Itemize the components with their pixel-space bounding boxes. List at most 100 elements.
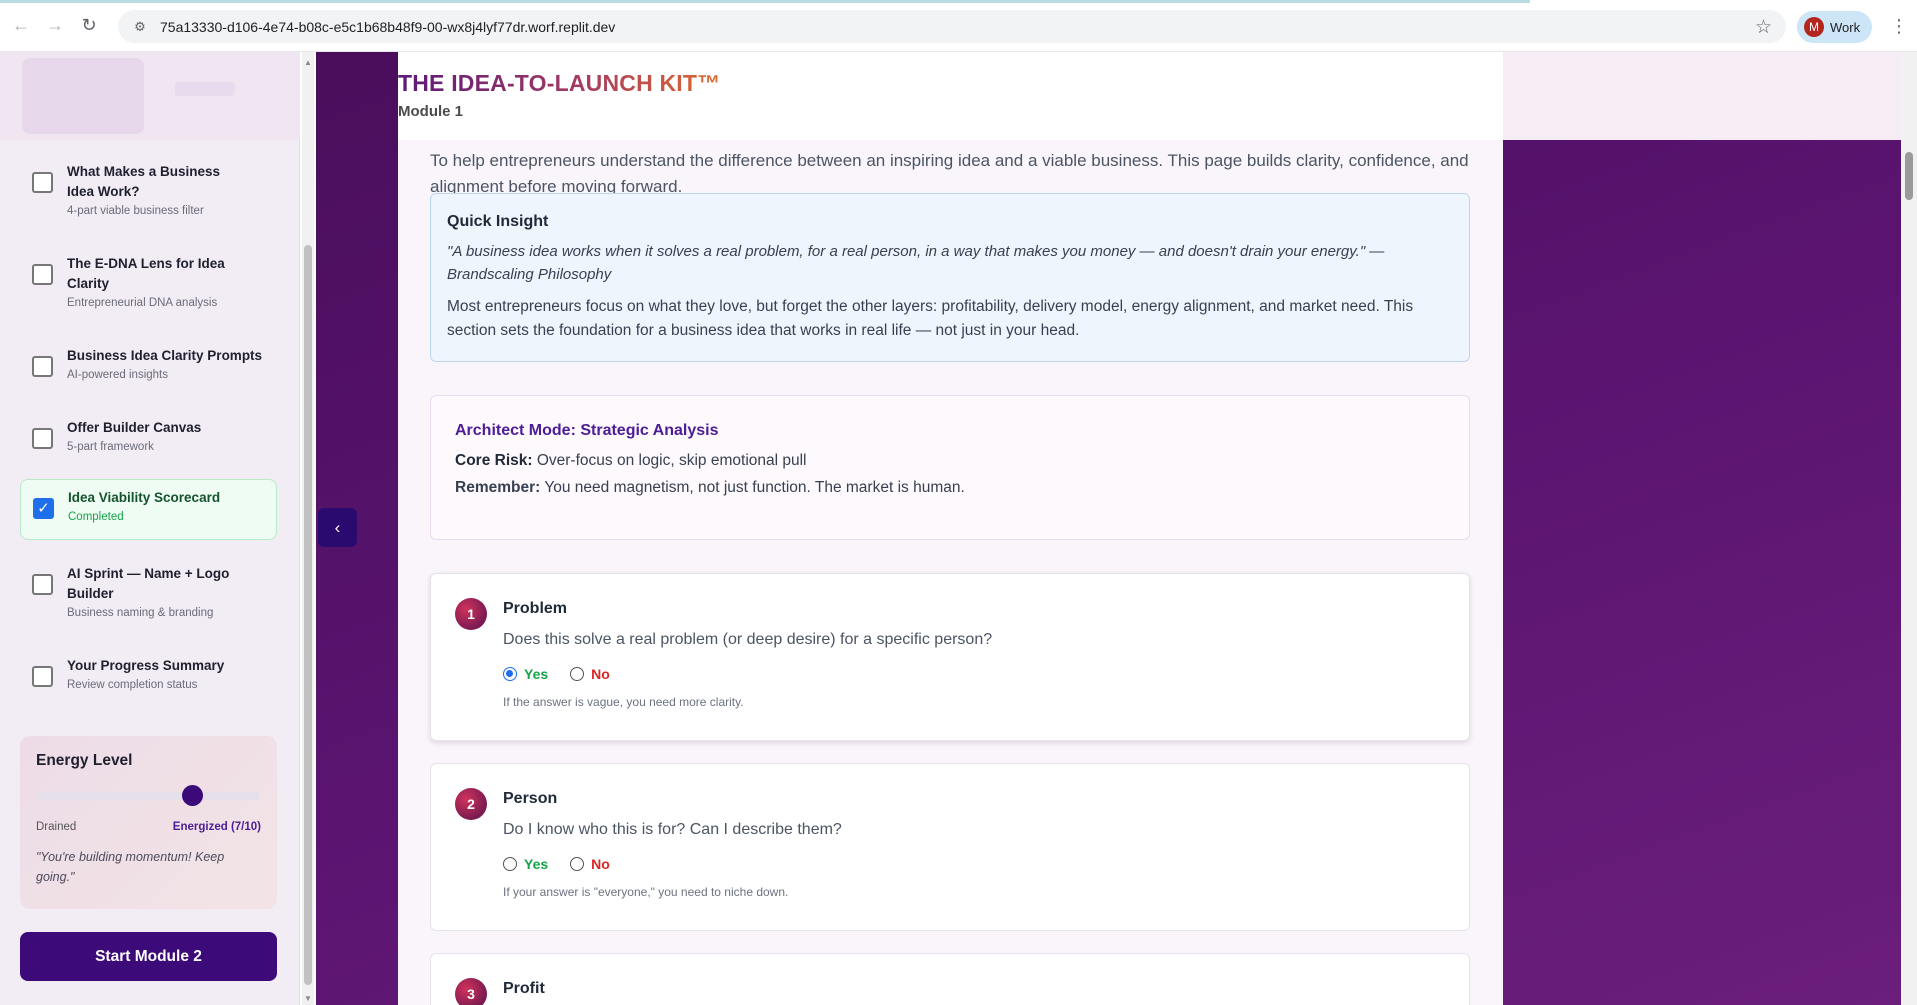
sidebar-item-subtitle: Review completion status — [67, 679, 198, 691]
question-hint: If your answer is "everyone," you need t… — [503, 885, 789, 899]
back-icon[interactable]: ← — [4, 9, 38, 43]
checkbox-checked[interactable]: ✓ — [33, 498, 54, 519]
sidebar-item-edna-lens[interactable]: The E-DNA Lens for Idea Clarity Entrepre… — [20, 246, 277, 319]
sidebar-item-progress-summary[interactable]: Your Progress Summary Review completion … — [20, 648, 277, 701]
energy-level-panel: Energy Level Drained Energized (7/10) "Y… — [20, 736, 277, 909]
insight-quote: "A business idea works when it solves a … — [447, 243, 1385, 283]
forward-icon[interactable]: → — [38, 9, 72, 43]
question-title: Profit — [503, 980, 545, 997]
address-bar[interactable]: ⚙ 75a13330-d106-4e74-b08c-e5c1b68b48f9-0… — [118, 10, 1786, 43]
page-scrollbar-thumb[interactable] — [1905, 152, 1913, 200]
radio-no[interactable]: No — [570, 856, 610, 872]
page-scrollbar[interactable] — [1901, 52, 1917, 1005]
energy-title: Energy Level — [36, 752, 133, 769]
module-label: Module 1 — [398, 103, 464, 120]
sidebar-item-subtitle: Business naming & branding — [67, 607, 214, 619]
profile-name: Work — [1830, 19, 1861, 35]
module-tab-ghost-2 — [175, 82, 235, 96]
question-card-person: 2 Person Do I know who this is for? Can … — [430, 763, 1470, 931]
sidebar-item-subtitle: Entrepreneurial DNA analysis — [67, 297, 218, 309]
checkbox[interactable] — [32, 666, 53, 687]
insight-title: Quick Insight — [447, 213, 549, 230]
scroll-up-icon[interactable]: ▲ — [304, 58, 312, 67]
sidebar-item-title: Your Progress Summary — [67, 658, 225, 673]
sidebar-item-subtitle: 4-part viable business filter — [67, 205, 204, 217]
quick-insight-card: Quick Insight "A business idea works whe… — [430, 193, 1470, 362]
module-tab-ghost — [22, 58, 144, 134]
question-title: Problem — [503, 600, 568, 617]
sidebar-item-ai-sprint[interactable]: AI Sprint — Name + Logo Builder Business… — [20, 556, 277, 629]
question-text: Does this solve a real problem (or deep … — [503, 631, 993, 648]
radio-no-label: No — [591, 666, 610, 682]
energy-quote: "You're building momentum! Keep going." — [36, 850, 225, 884]
browser-menu-icon[interactable]: ⋮ — [1890, 16, 1908, 37]
question-number: 1 — [455, 598, 487, 630]
energy-value-label: Energized (7/10) — [172, 821, 261, 833]
sidebar-scrollbar[interactable]: ▲ ▼ — [302, 52, 314, 1005]
radio-no[interactable]: No — [570, 666, 610, 682]
loading-bar — [0, 0, 1530, 3]
radio-yes[interactable]: Yes — [503, 856, 548, 872]
scroll-down-icon[interactable]: ▼ — [304, 994, 312, 1003]
radio-no-dot[interactable] — [570, 667, 585, 681]
profile-button[interactable]: M Work — [1797, 11, 1872, 43]
architect-title: Architect Mode: Strategic Analysis — [455, 422, 719, 439]
radio-yes-label: Yes — [524, 856, 549, 872]
checkbox[interactable] — [32, 264, 53, 285]
sidebar-item-title: Business Idea Clarity Prompts — [67, 348, 263, 363]
sidebar-item-title: Offer Builder Canvas — [67, 420, 202, 435]
browser-toolbar: ← → ↻ ⚙ 75a13330-d106-4e74-b08c-e5c1b68b… — [0, 0, 1917, 52]
sidebar-header — [0, 52, 300, 140]
bookmark-star-icon[interactable]: ☆ — [1755, 16, 1772, 39]
sidebar-item-viability-scorecard[interactable]: ✓ Idea Viability Scorecard Completed — [20, 479, 277, 540]
question-number: 3 — [455, 978, 487, 1005]
checkbox[interactable] — [32, 574, 53, 595]
start-module-2-button[interactable]: Start Module 2 — [20, 932, 277, 981]
checkbox[interactable] — [32, 428, 53, 449]
reload-icon[interactable]: ↻ — [72, 9, 106, 43]
checkbox[interactable] — [32, 356, 53, 377]
collapse-sidebar-button[interactable]: ‹ — [318, 508, 357, 547]
question-card-problem: 1 Problem Does this solve a real problem… — [430, 573, 1470, 741]
brand-title: THE IDEA-TO-LAUNCH KIT™ — [398, 70, 721, 96]
sidebar-item-offer-builder[interactable]: Offer Builder Canvas 5-part framework — [20, 410, 277, 463]
radio-no-dot[interactable] — [570, 857, 585, 871]
site-settings-icon[interactable]: ⚙ — [130, 17, 150, 37]
page: What Makes a Business Idea Work? 4-part … — [0, 52, 1917, 1005]
sidebar-item-title: The E-DNA Lens for Idea Clarity — [67, 256, 225, 291]
sidebar-item-title: What Makes a Business Idea Work? — [67, 164, 221, 199]
question-hint: If the answer is vague, you need more cl… — [503, 695, 744, 709]
insight-body: Most entrepreneurs focus on what they lo… — [447, 298, 1414, 339]
remember-label: Remember: — [455, 479, 541, 496]
remember-text: You need magnetism, not just function. T… — [544, 479, 965, 496]
sidebar-item-what-makes-idea-work[interactable]: What Makes a Business Idea Work? 4-part … — [20, 154, 277, 227]
sidebar-scrollbar-thumb[interactable] — [304, 245, 312, 985]
question-text: Do I know who this is for? Can I describ… — [503, 821, 842, 838]
radio-yes[interactable]: Yes — [503, 666, 548, 682]
core-risk-label: Core Risk: — [455, 452, 533, 469]
sidebar-item-title: AI Sprint — Name + Logo Builder — [67, 566, 230, 601]
energy-slider-thumb[interactable] — [182, 785, 204, 806]
sidebar-item-clarity-prompts[interactable]: Business Idea Clarity Prompts AI-powered… — [20, 338, 277, 391]
radio-no-label: No — [591, 856, 610, 872]
architect-mode-card: Architect Mode: Strategic Analysis Core … — [430, 395, 1470, 540]
avatar: M — [1804, 17, 1824, 37]
radio-yes-dot[interactable] — [503, 857, 517, 871]
checkbox[interactable] — [32, 172, 53, 193]
radio-yes-dot[interactable] — [503, 667, 517, 681]
chevron-left-icon: ‹ — [334, 517, 341, 537]
sidebar-item-subtitle: AI-powered insights — [67, 369, 168, 381]
energy-slider[interactable] — [36, 785, 260, 806]
sidebar-item-subtitle: Completed — [68, 511, 124, 523]
question-number: 2 — [455, 788, 487, 820]
checkmark-icon: ✓ — [37, 500, 50, 517]
core-risk-text: Over-focus on logic, skip emotional pull — [536, 452, 807, 469]
intro-paragraph: To help entrepreneurs understand the dif… — [430, 151, 1469, 196]
page-header: THE IDEA-TO-LAUNCH KIT™ Module 1 — [398, 52, 1503, 140]
url-text[interactable]: 75a13330-d106-4e74-b08c-e5c1b68b48f9-00-… — [160, 19, 615, 35]
question-card-profit: 3 Profit — [430, 953, 1470, 1005]
sidebar-item-subtitle: 5-part framework — [67, 441, 154, 453]
sidebar: What Makes a Business Idea Work? 4-part … — [0, 52, 300, 1005]
energy-min-label: Drained — [36, 821, 77, 833]
sidebar-item-title: Idea Viability Scorecard — [68, 490, 221, 505]
